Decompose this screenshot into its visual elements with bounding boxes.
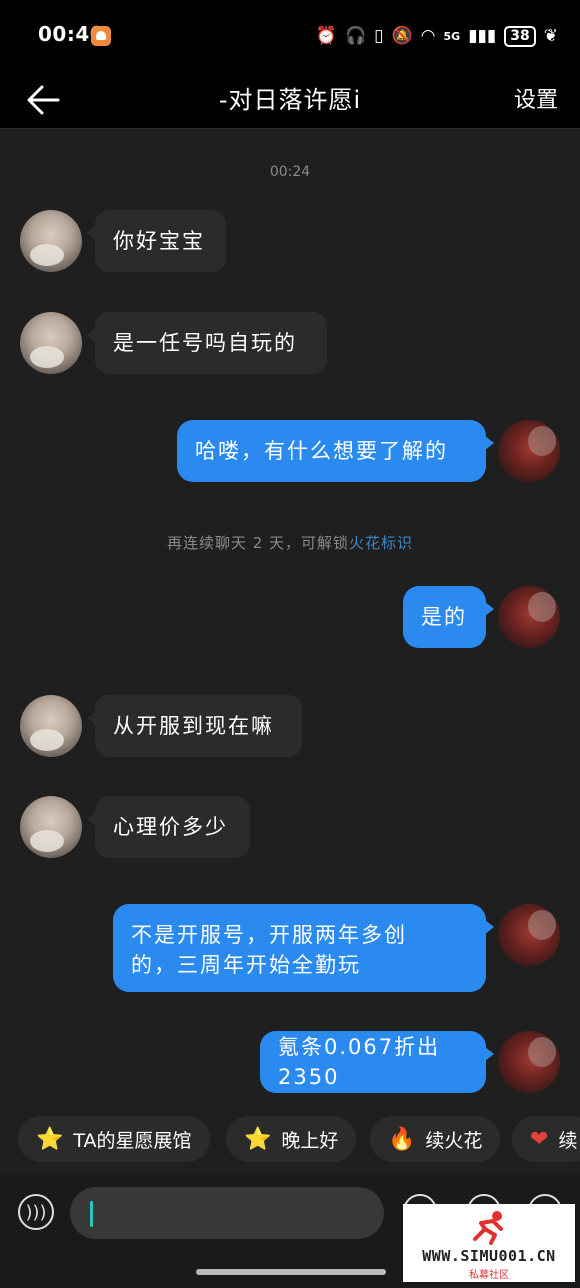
text-caret <box>90 1201 93 1227</box>
message-bubble-sent[interactable]: 氪条0.067折出2350 <box>260 1031 494 1093</box>
spark-badge-link[interactable]: 火花标识 <box>349 534 413 552</box>
quick-reply-chip[interactable]: ⭐ 晚上好 <box>226 1116 357 1162</box>
quick-reply-chip[interactable]: 🔥 续火花 <box>370 1116 501 1162</box>
system-note-text: 再连续聊天 2 天，可解锁 <box>166 534 350 552</box>
page-title: -对日落许愿i <box>218 86 362 114</box>
message-bubble-received[interactable]: 心理价多少 <box>87 796 250 858</box>
quick-reply-chip[interactable]: ⭐ TA的星愿展馆 <box>18 1116 210 1162</box>
home-indicator[interactable] <box>196 1269 386 1275</box>
message-bubble-received[interactable]: 是一任号吗自玩的 <box>87 312 327 374</box>
message-bubble-sent[interactable]: 是的 <box>403 586 494 648</box>
system-note: 再连续聊天 2 天，可解锁火花标识 <box>0 532 580 553</box>
quick-reply-label: 晚上好 <box>281 1129 339 1152</box>
mute-bell-icon: 🔕 <box>391 26 413 46</box>
message-text: 是的 <box>421 605 467 629</box>
contact-avatar[interactable] <box>20 312 82 374</box>
message-bubble-received[interactable]: 从开服到现在嘛 <box>87 695 302 757</box>
message-text: 氪条0.067折出2350 <box>278 1035 441 1089</box>
star-face-icon: ⭐ <box>244 1126 272 1152</box>
voice-button[interactable]: ))) <box>18 1194 54 1230</box>
quick-reply-chip[interactable]: ❤ 续 <box>512 1116 580 1162</box>
signal-icon: ▮▮▮ <box>468 26 497 46</box>
message-text: 是一任号吗自玩的 <box>113 331 297 355</box>
status-bar: 00:40 ⏰ 🎧 ▯ 🔕 ◠ 5G ▮▮▮ 38 ❦ <box>0 0 580 72</box>
wifi-icon: ◠ <box>420 26 436 46</box>
quick-reply-label: 续火花 <box>425 1129 483 1152</box>
message-text: 心理价多少 <box>113 815 228 839</box>
leaf-icon: ❦ <box>543 26 558 46</box>
voice-wave-icon: ))) <box>25 1201 47 1223</box>
chat-header: -对日落许愿i 设置 <box>0 72 580 129</box>
contact-avatar[interactable] <box>20 796 82 858</box>
fire-icon: 🔥 <box>388 1126 416 1152</box>
heart-icon: ❤ <box>530 1126 549 1152</box>
quick-reply-label: TA的星愿展馆 <box>73 1129 192 1152</box>
vibrate-icon: ▯ <box>374 26 384 46</box>
my-avatar[interactable] <box>498 420 560 482</box>
quick-reply-label: 续 <box>558 1129 578 1152</box>
message-text: 从开服到现在嘛 <box>113 714 274 738</box>
message-text: 不是开服号，开服两年多创 的，三周年开始全勤玩 <box>131 923 407 977</box>
message-text: 哈喽，有什么想要了解的 <box>195 439 448 463</box>
my-avatar[interactable] <box>498 904 560 966</box>
watermark-subtext: 私募社区 <box>469 1270 509 1281</box>
message-bubble-sent[interactable]: 哈喽，有什么想要了解的 <box>177 420 494 482</box>
battery-level: 38 <box>504 25 536 47</box>
watermark-text: WWW.SIMU001.CN <box>422 1247 556 1265</box>
runner-logo-icon <box>473 1211 503 1245</box>
star-face-icon: ⭐ <box>36 1126 64 1152</box>
settings-button[interactable]: 设置 <box>514 82 558 114</box>
chat-area[interactable] <box>0 129 580 1175</box>
headphones-icon: 🎧 <box>344 26 367 46</box>
chat-timestamp: 00:24 <box>269 164 311 180</box>
app-notification-icon <box>91 26 111 46</box>
my-avatar[interactable] <box>498 1031 560 1093</box>
quick-reply-bar[interactable]: ⭐ TA的星愿展馆 ⭐ 晚上好 🔥 续火花 ❤ 续 <box>0 1110 580 1168</box>
status-icons: ⏰ 🎧 ▯ 🔕 ◠ 5G ▮▮▮ 38 ❦ <box>316 22 558 50</box>
message-bubble-received[interactable]: 你好宝宝 <box>87 210 226 272</box>
alarm-icon: ⏰ <box>315 26 337 46</box>
network-label: 5G <box>443 29 461 43</box>
watermark: WWW.SIMU001.CN 私募社区 <box>403 1204 575 1282</box>
message-input[interactable] <box>70 1187 384 1239</box>
my-avatar[interactable] <box>498 586 560 648</box>
contact-avatar[interactable] <box>20 695 82 757</box>
contact-avatar[interactable] <box>20 210 82 272</box>
message-text: 你好宝宝 <box>113 229 205 253</box>
message-bubble-sent[interactable]: 不是开服号，开服两年多创 的，三周年开始全勤玩 <box>113 904 494 992</box>
